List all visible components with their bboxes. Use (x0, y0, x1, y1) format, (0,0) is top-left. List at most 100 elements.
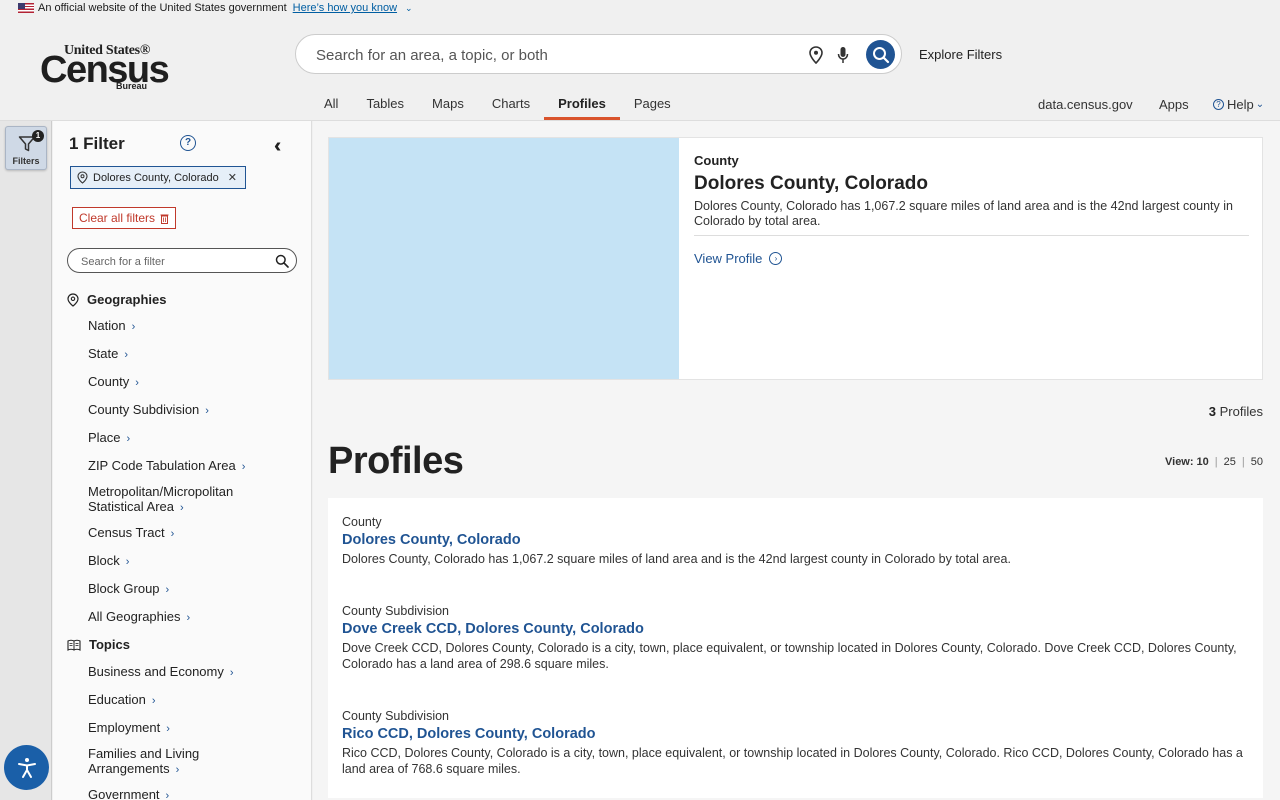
apps-link[interactable]: Apps (1159, 97, 1189, 112)
geo-item-label: Block Group (88, 581, 160, 596)
geo-item-place[interactable]: Place › (88, 430, 130, 447)
page-size-selector: View: 10 | 25 | 50 (1165, 456, 1263, 468)
result-description: Rico CCD, Dolores County, Colorado is a … (342, 746, 1243, 776)
tab-tables[interactable]: Tables (352, 96, 418, 120)
trash-icon (160, 214, 169, 224)
card-description: Dolores County, Colorado has 1,067.2 squ… (694, 199, 1233, 228)
chevron-down-icon[interactable]: ⌄ (405, 3, 413, 14)
topic-item-label: Business and Economy (88, 664, 224, 679)
geo-item-state[interactable]: State › (88, 346, 128, 363)
results-count-label: Profiles (1219, 404, 1263, 419)
location-pin-icon (77, 171, 88, 184)
result-geo-type: County (342, 515, 382, 529)
geo-item-census-tract[interactable]: Census Tract › (88, 525, 174, 542)
geo-item-label: ZIP Code Tabulation Area (88, 458, 236, 473)
filter-search (67, 248, 297, 273)
topic-item-label: Government (88, 787, 160, 800)
geo-item-label: Census Tract (88, 525, 165, 540)
chevron-right-icon: › (205, 405, 209, 417)
book-icon (67, 639, 81, 651)
location-pin-icon (67, 292, 79, 307)
geo-item-label: Block (88, 553, 120, 568)
filter-search-input[interactable] (81, 253, 271, 270)
site-header: United States® Census Bureau Explore Fil… (0, 16, 1280, 121)
chevron-right-icon: › (124, 349, 129, 361)
topic-item-government[interactable]: Government › (88, 787, 169, 800)
help-circle-icon: ? (1213, 99, 1224, 110)
clear-all-filters-button[interactable]: Clear all filters (72, 207, 177, 229)
geo-item-county[interactable]: County › (88, 374, 139, 391)
filter-help-icon[interactable]: ? (180, 135, 196, 151)
list-item: County Dolores County, Colorado Dolores … (342, 515, 1252, 568)
tab-charts[interactable]: Charts (478, 96, 544, 120)
left-rail: 1 Filters (0, 121, 52, 800)
location-pin-icon[interactable] (809, 46, 823, 64)
chevron-right-icon: › (151, 695, 156, 707)
view-profile-link[interactable]: View Profile › (694, 251, 783, 266)
accessibility-icon (17, 757, 36, 778)
view-separator: | (1214, 456, 1218, 468)
filters-toggle-button[interactable]: 1 Filters (5, 126, 47, 170)
view-option-10[interactable]: 10 (1197, 456, 1209, 468)
geo-item-block[interactable]: Block › (88, 553, 129, 570)
how-you-know-link[interactable]: Here’s how you know (293, 2, 397, 14)
card-geo-type: County (694, 153, 739, 168)
results-list: County Dolores County, Colorado Dolores … (328, 498, 1263, 798)
results-count-number: 3 (1208, 404, 1217, 419)
list-item: County Subdivision Rico CCD, Dolores Cou… (342, 709, 1252, 777)
collapse-panel-icon[interactable]: ‹‹ (274, 135, 283, 158)
topic-item-employment[interactable]: Employment › (88, 720, 170, 737)
search-icon[interactable] (275, 254, 289, 268)
card-title: Dolores County, Colorado (694, 173, 928, 194)
help-menu[interactable]: ? Help ⌄ (1213, 97, 1264, 112)
filters-label: Filters (12, 156, 40, 166)
topic-item-education[interactable]: Education › (88, 692, 156, 709)
geo-item-all-geographies[interactable]: All Geographies › (88, 609, 190, 626)
chevron-right-icon: › (186, 612, 191, 624)
geo-item-metro-micro[interactable]: Metropolitan/Micropolitan Statistical Ar… (88, 484, 258, 516)
tab-maps[interactable]: Maps (418, 96, 478, 120)
view-separator: | (1241, 456, 1245, 468)
tab-profiles[interactable]: Profiles (544, 96, 620, 120)
geo-item-label: Nation (88, 318, 126, 333)
result-description: Dove Creek CCD, Dolores County, Colorado… (342, 641, 1237, 671)
data-census-link[interactable]: data.census.gov (1038, 97, 1133, 112)
geo-item-label: Metropolitan/Micropolitan Statistical Ar… (88, 484, 234, 514)
topic-item-label: Education (88, 692, 146, 707)
search-button[interactable] (866, 40, 895, 69)
card-divider (694, 235, 1249, 236)
help-label: Help (1227, 97, 1254, 112)
accessibility-button[interactable] (4, 745, 49, 790)
topic-item-label: Families and Living Arrangements (88, 746, 200, 776)
chevron-right-icon: › (180, 502, 184, 514)
census-logo[interactable]: United States® Census Bureau (40, 43, 170, 93)
geo-item-block-group[interactable]: Block Group › (88, 581, 169, 598)
result-title-link[interactable]: Dolores County, Colorado (342, 532, 1252, 548)
view-option-25[interactable]: 25 (1224, 456, 1236, 468)
featured-profile-card: County Dolores County, Colorado Dolores … (328, 137, 1263, 380)
topic-item-families[interactable]: Families and Living Arrangements › (88, 746, 228, 778)
result-title-link[interactable]: Rico CCD, Dolores County, Colorado (342, 726, 1252, 742)
logo-census: Census (40, 49, 170, 91)
topic-item-business-economy[interactable]: Business and Economy › (88, 664, 234, 681)
explore-filters-link[interactable]: Explore Filters (919, 47, 1002, 62)
microphone-icon[interactable] (837, 46, 849, 64)
search-input[interactable] (316, 44, 796, 66)
chevron-right-icon: › (241, 461, 246, 473)
chevron-right-icon: › (126, 433, 131, 445)
geographies-label: Geographies (87, 292, 167, 307)
tab-pages[interactable]: Pages (620, 96, 685, 120)
remove-filter-icon[interactable]: ✕ (228, 171, 237, 184)
geo-item-zcta[interactable]: ZIP Code Tabulation Area › (88, 458, 245, 475)
chevron-right-icon: › (135, 377, 139, 389)
result-description: Dolores County, Colorado has 1,067.2 squ… (342, 552, 1011, 566)
geo-item-label: County (88, 374, 130, 389)
geo-item-nation[interactable]: Nation › (88, 318, 135, 335)
tab-all[interactable]: All (310, 96, 352, 120)
geo-item-county-subdivision[interactable]: County Subdivision › (88, 402, 209, 419)
result-title-link[interactable]: Dove Creek CCD, Dolores County, Colorado (342, 621, 1252, 637)
chevron-right-icon: › (131, 321, 136, 333)
view-option-50[interactable]: 50 (1251, 456, 1263, 468)
profile-map[interactable] (329, 138, 679, 379)
active-filter-label: Dolores County, Colorado (93, 171, 219, 184)
